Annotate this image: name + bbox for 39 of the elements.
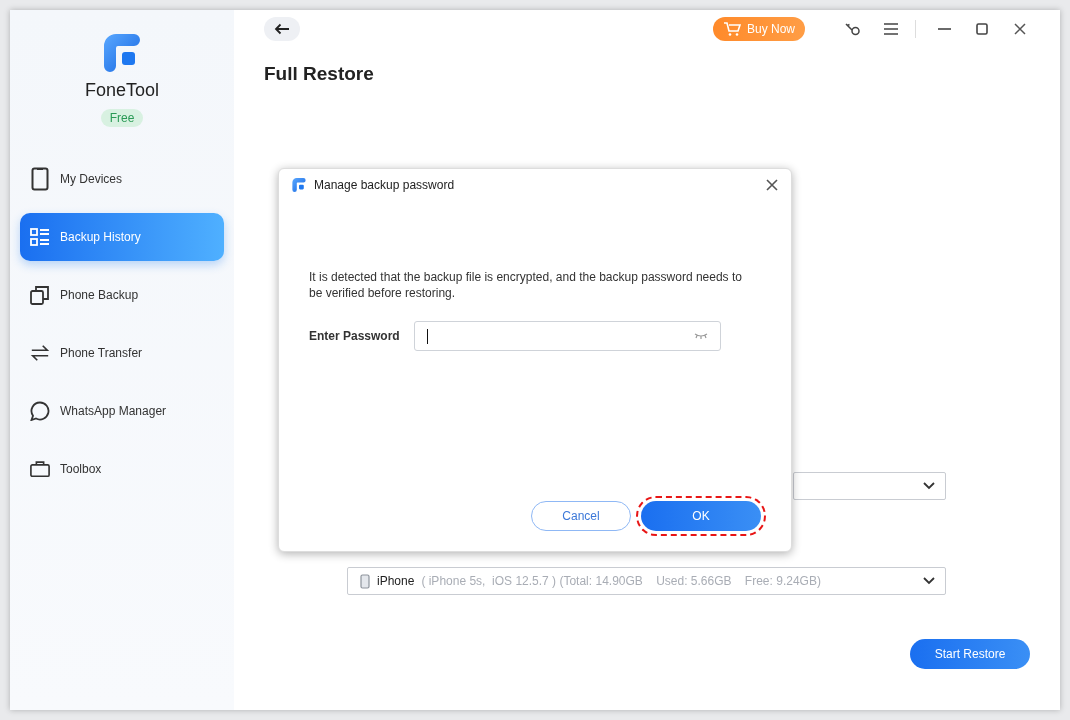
start-restore-button[interactable]: Start Restore (910, 639, 1030, 669)
closed-eye-icon (694, 333, 708, 339)
app-logo (292, 178, 306, 192)
cancel-button[interactable]: Cancel (531, 501, 631, 531)
app-name: FoneTool (84, 80, 160, 101)
sidebar-item[interactable]: Toolbox (20, 445, 224, 493)
password-field[interactable] (413, 321, 721, 351)
page-title: Full Restore (264, 63, 375, 85)
close-icon (765, 178, 779, 192)
phone-icon (31, 167, 49, 191)
chevron-down-icon (923, 482, 935, 490)
sidebar-item[interactable]: Backup History (20, 213, 224, 261)
maximize-icon (976, 23, 988, 35)
dialog-title: Manage backup password (314, 178, 456, 192)
sidebar-item[interactable]: Phone Backup (20, 271, 224, 319)
cart-icon (722, 21, 741, 37)
edition-badge: Free (100, 109, 144, 127)
key-icon (845, 22, 861, 36)
dialog-message: It is detected that the backup file is encrypted, and the backup password needs to be verified before restoring. (309, 269, 743, 301)
chevron-down-icon (923, 577, 935, 585)
phone-icon (360, 573, 370, 589)
transfer-icon (30, 343, 50, 363)
sidebar-item[interactable]: WhatsApp Manager (20, 387, 224, 435)
sidebar-item[interactable]: Phone Transfer (20, 329, 224, 377)
close-button[interactable] (765, 178, 779, 192)
copy-icon (30, 285, 50, 305)
close-icon (1014, 23, 1026, 35)
back-button[interactable] (264, 17, 300, 41)
briefcase-icon (30, 460, 50, 478)
minimize-icon (937, 28, 951, 30)
menu-icon (884, 23, 898, 35)
app-logo (103, 34, 141, 72)
restore-target-dropdown[interactable]: iPhone ( iPhone 5s, iOS 12.5.7 ) (Total: 14.90GB Used: 5.66GB Free: 9.24GB) (347, 567, 946, 595)
chat-bubble-icon (30, 401, 50, 421)
sidebar-item[interactable]: My Devices (20, 155, 224, 203)
password-label: Enter Password (309, 329, 400, 343)
list-icon (30, 228, 50, 246)
back-arrow-icon (274, 23, 290, 35)
text-cursor (426, 328, 428, 344)
